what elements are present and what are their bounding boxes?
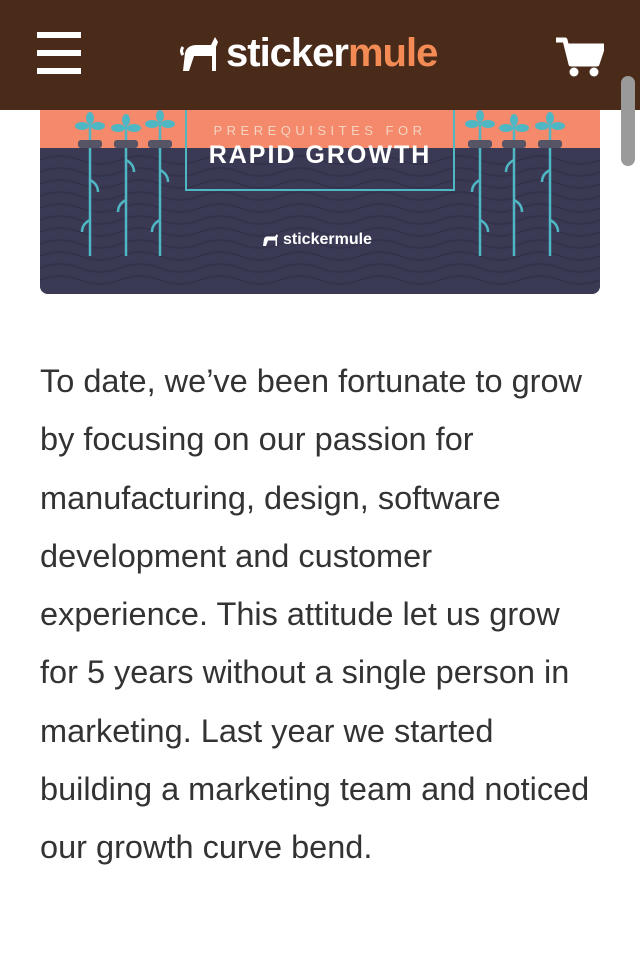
banner-title: RAPID GROWTH (208, 141, 432, 169)
site-header: stickermule (0, 0, 640, 110)
site-logo[interactable]: stickermule (180, 28, 438, 78)
banner-brand: stickermule (262, 229, 372, 251)
shopping-cart-icon[interactable] (556, 36, 606, 78)
mule-logo-icon (180, 37, 218, 71)
logo-wordmark: stickermule (226, 28, 438, 78)
logo-text-mule: mule (347, 31, 438, 75)
hamburger-menu-icon[interactable] (37, 32, 81, 74)
mule-logo-icon (263, 234, 278, 246)
banner-prefix: PREREQUISITES FOR (213, 123, 427, 138)
logo-text-sticker: sticker (226, 31, 349, 75)
page-scrollbar[interactable] (621, 76, 635, 166)
article-paragraph: To date, we’ve been fortunate to grow by… (40, 363, 590, 866)
banner-brand-label: stickermule (283, 231, 372, 248)
